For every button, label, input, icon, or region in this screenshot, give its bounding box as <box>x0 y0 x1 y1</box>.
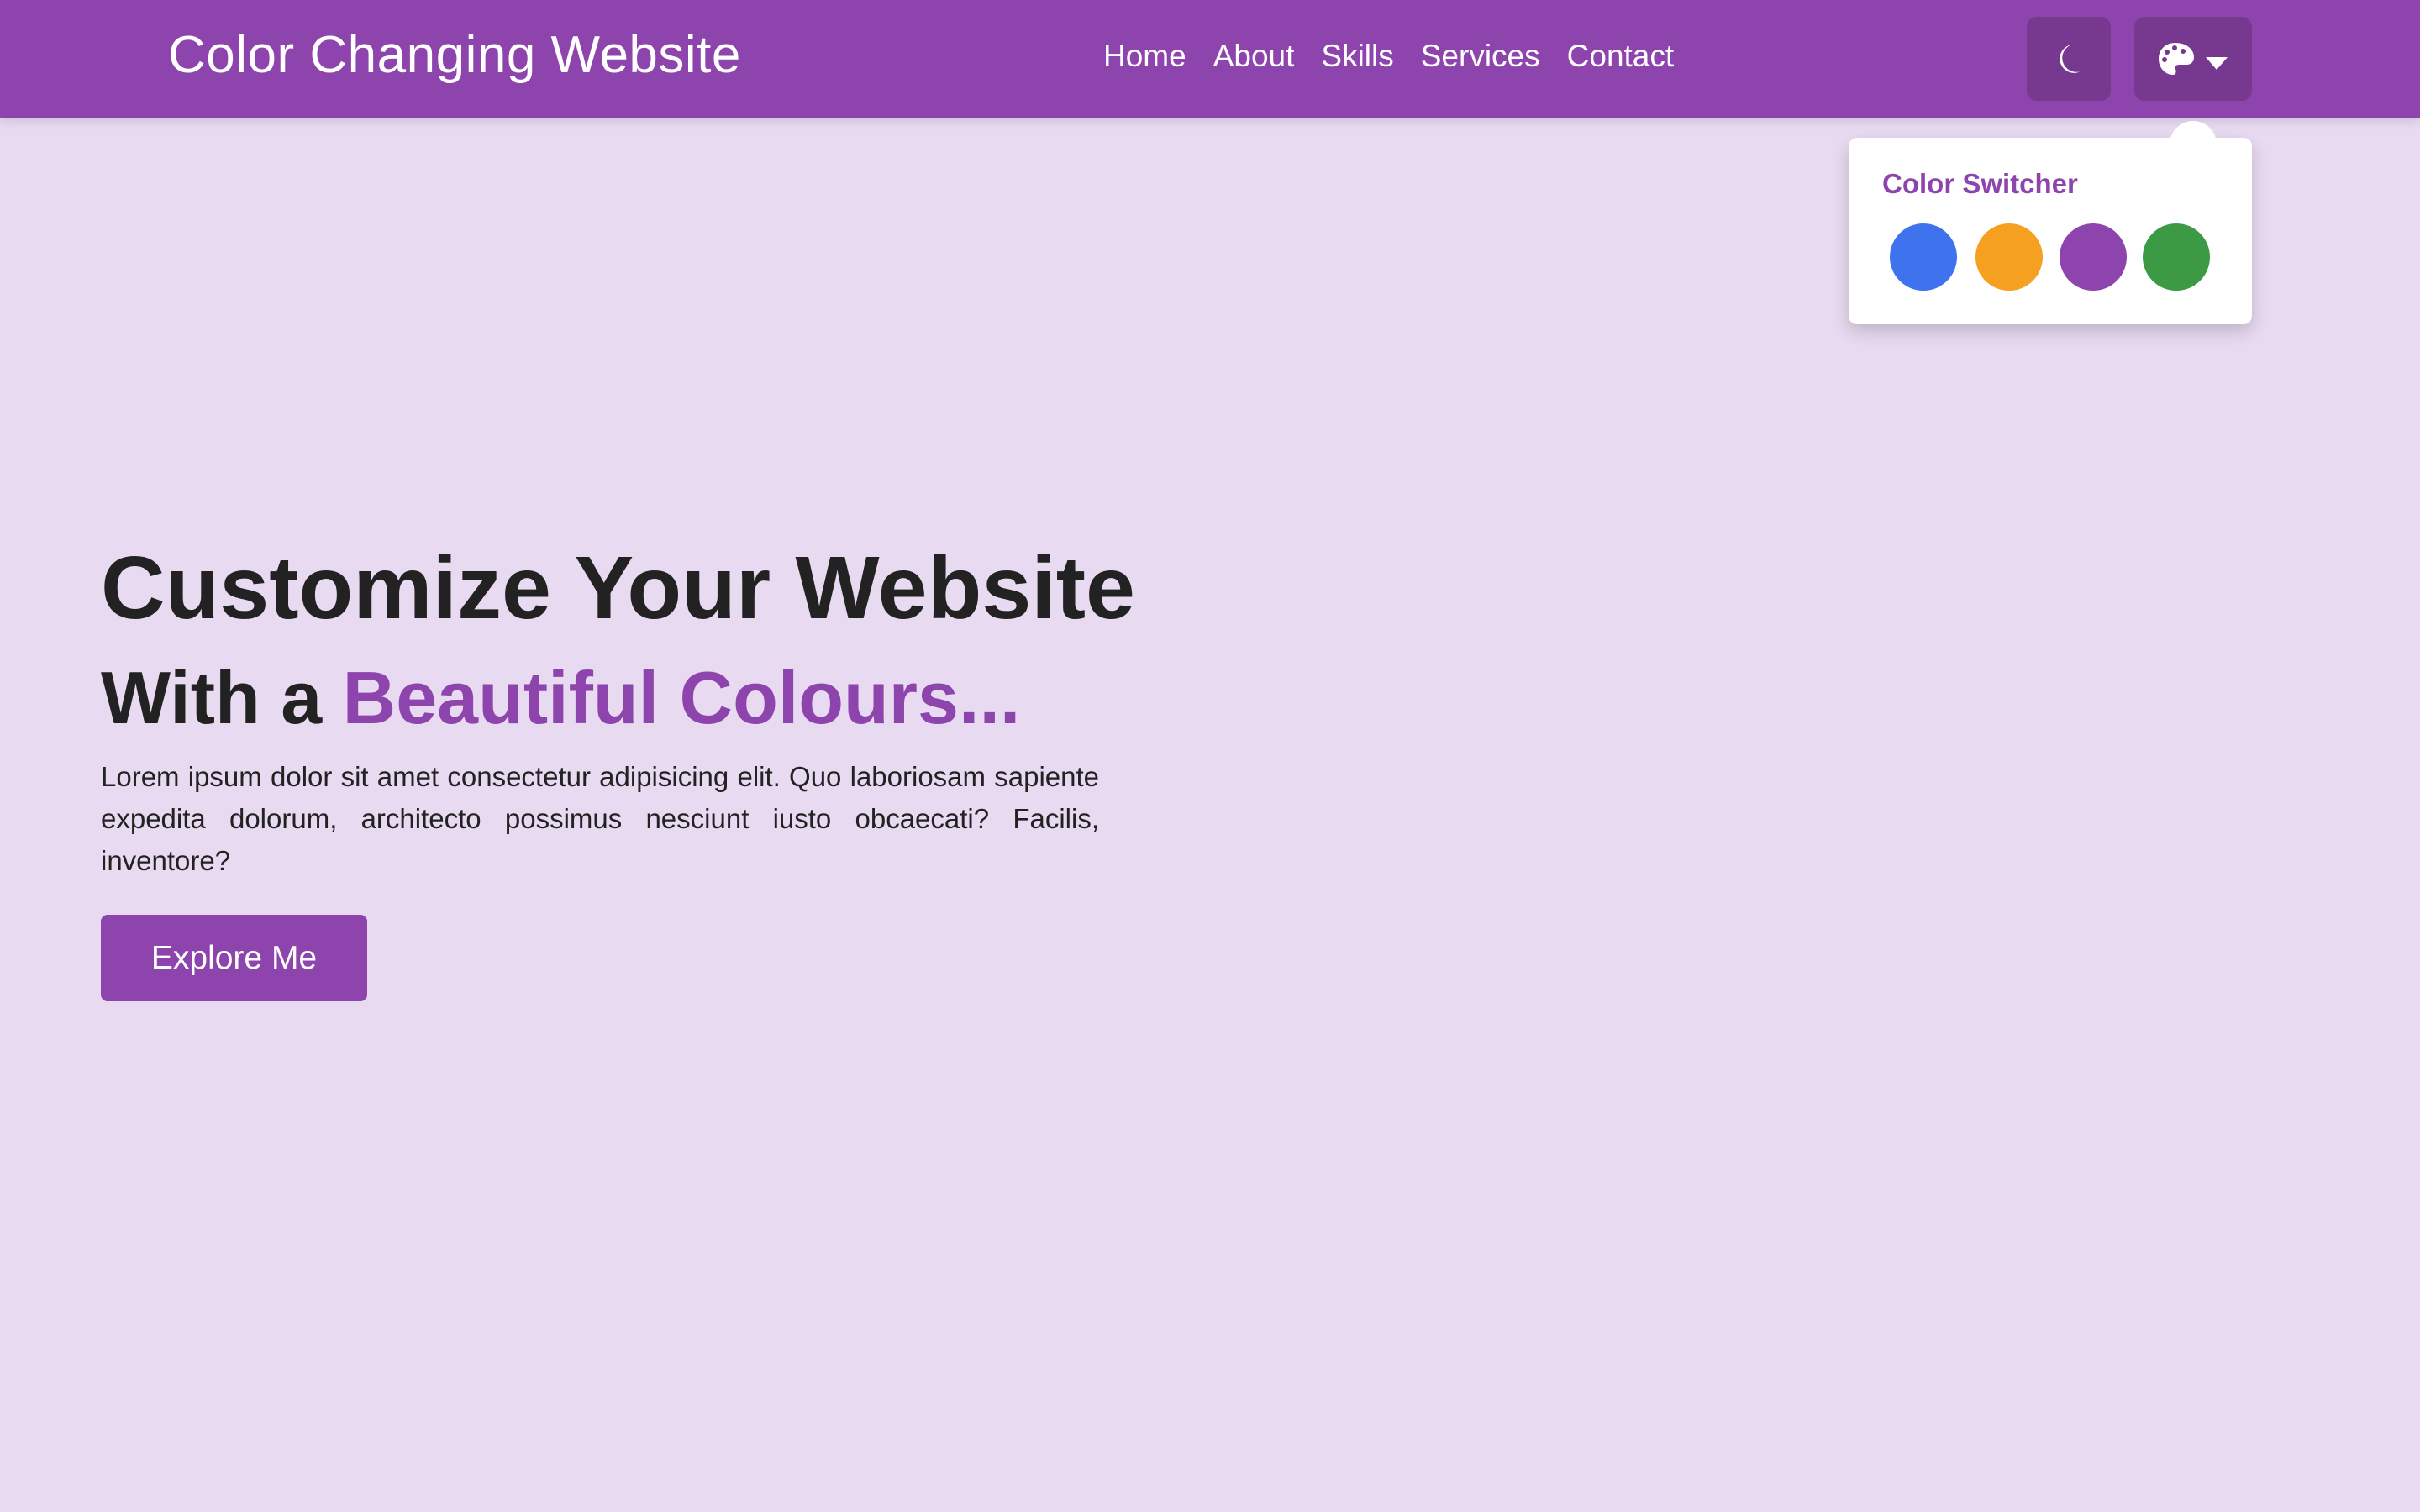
hero-text: Lorem ipsum dolor sit amet consectetur a… <box>101 761 1099 876</box>
nav-contact[interactable]: Contact <box>1567 39 1675 74</box>
nav-services[interactable]: Services <box>1421 39 1540 74</box>
color-swatch-orange[interactable] <box>1975 223 2043 291</box>
nav-skills[interactable]: Skills <box>1321 39 1393 74</box>
color-swatch-green[interactable] <box>2143 223 2210 291</box>
subheading-highlight: Beautiful Colours... <box>342 656 1021 739</box>
hero-heading: Customize Your Website <box>101 538 1136 638</box>
nav-home[interactable]: Home <box>1103 39 1186 74</box>
navbar: Color Changing Website Home About Skills… <box>0 0 2420 118</box>
color-switcher-toggle[interactable] <box>2134 17 2252 101</box>
nav-links: Home About Skills Services Contact <box>1103 39 1674 74</box>
site-title[interactable]: Color Changing Website <box>168 25 741 85</box>
color-swatch-purple[interactable] <box>2060 223 2127 291</box>
color-switcher-panel: Color Switcher <box>1849 121 2252 324</box>
palette-icon <box>2159 43 2194 75</box>
moon-icon <box>2060 45 2081 73</box>
hero-subheading: With a Beautiful Colours... <box>101 655 1020 741</box>
color-switcher-title: Color Switcher <box>1882 168 2078 199</box>
subheading-prefix: With a <box>101 656 343 739</box>
explore-button[interactable]: Explore Me <box>101 915 367 1001</box>
caret-down-icon <box>2206 57 2228 70</box>
color-swatch-blue[interactable] <box>1890 223 1957 291</box>
dark-mode-toggle[interactable] <box>2027 17 2111 101</box>
nav-about[interactable]: About <box>1213 39 1295 74</box>
